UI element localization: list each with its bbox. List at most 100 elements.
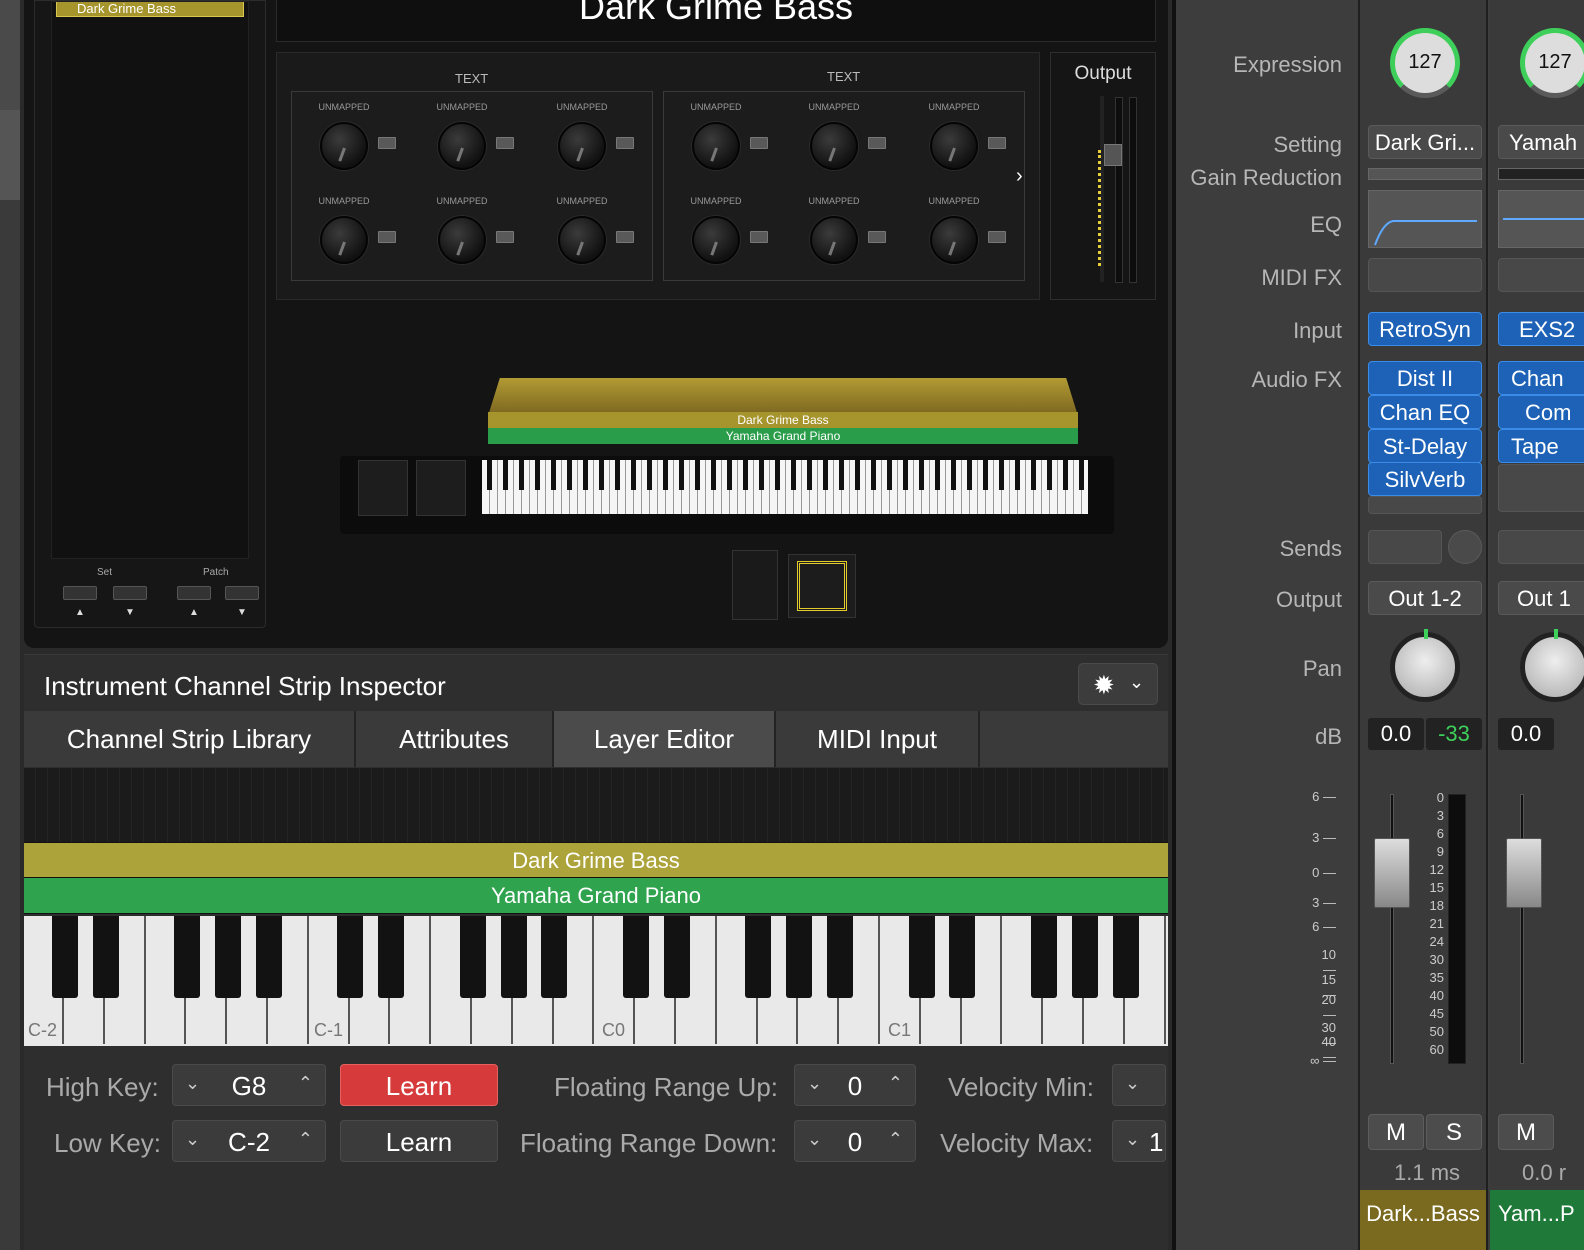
unmapped-control[interactable]: UNMAPPED: [410, 186, 530, 278]
unmapped-control[interactable]: UNMAPPED: [782, 92, 902, 184]
mod-wheel[interactable]: [416, 460, 466, 516]
input-plugin-button[interactable]: RetroSyn: [1368, 312, 1482, 346]
midi-fx-slot[interactable]: [1498, 258, 1584, 292]
unmapped-control[interactable]: UNMAPPED: [410, 92, 530, 184]
set-next-button[interactable]: [113, 586, 147, 600]
peak-readout[interactable]: -33: [1426, 718, 1482, 750]
black-key[interactable]: [215, 916, 241, 998]
audio-fx-slot-3[interactable]: Tape: [1498, 429, 1584, 463]
velocity-max-stepper[interactable]: ⌄ 1: [1112, 1120, 1166, 1162]
floating-range-down-stepper[interactable]: ⌄ 0 ⌃: [794, 1120, 916, 1162]
knob[interactable]: [930, 216, 978, 264]
track-name[interactable]: Dark...Bass: [1360, 1190, 1486, 1250]
selected-patch[interactable]: Dark Grime Bass: [56, 2, 244, 17]
tab-channel-strip-library[interactable]: Channel Strip Library: [24, 711, 356, 767]
floating-range-up-stepper[interactable]: ⌄ 0 ⌃: [794, 1064, 916, 1106]
chevron-down-icon[interactable]: ⌄: [1125, 1129, 1140, 1150]
toggle-button[interactable]: [750, 137, 768, 149]
black-key[interactable]: [92, 916, 119, 998]
black-key[interactable]: [500, 916, 527, 998]
input-plugin-button[interactable]: EXS2: [1498, 312, 1584, 346]
mute-button[interactable]: M: [1498, 1114, 1554, 1150]
chevron-up-icon[interactable]: ⌃: [298, 1129, 313, 1150]
fader-track[interactable]: [1520, 794, 1524, 1064]
solo-button[interactable]: S: [1426, 1114, 1482, 1150]
audio-fx-slot-2[interactable]: Com: [1498, 395, 1584, 429]
low-key-learn-button[interactable]: Learn: [340, 1120, 498, 1162]
unmapped-control[interactable]: UNMAPPED: [292, 92, 412, 184]
audio-fx-slot-1[interactable]: Dist II: [1368, 361, 1482, 395]
fader-track[interactable]: [1390, 794, 1394, 1064]
knob[interactable]: [320, 122, 368, 170]
tab-midi-input[interactable]: MIDI Input: [776, 711, 980, 767]
high-key-learn-button[interactable]: Learn: [340, 1064, 498, 1106]
toggle-button[interactable]: [616, 137, 634, 149]
toggle-button[interactable]: [988, 137, 1006, 149]
black-key[interactable]: [1112, 916, 1139, 998]
audio-fx-slot-4[interactable]: SilvVerb: [1368, 462, 1482, 496]
patch-prev-button[interactable]: [177, 586, 211, 600]
volume-readout[interactable]: 0.0: [1498, 718, 1554, 750]
layer-dark-grime-bass[interactable]: Dark Grime Bass: [488, 412, 1078, 428]
unmapped-control[interactable]: UNMAPPED: [530, 92, 650, 184]
black-key[interactable]: [1031, 916, 1057, 998]
unmapped-control[interactable]: UNMAPPED: [664, 92, 784, 184]
knob[interactable]: [558, 216, 606, 264]
knob[interactable]: [320, 216, 368, 264]
volume-fader[interactable]: [1374, 838, 1410, 908]
knob[interactable]: [438, 216, 486, 264]
chevron-up-icon[interactable]: ⌃: [888, 1129, 903, 1150]
track-name[interactable]: Yam...P: [1490, 1190, 1584, 1250]
chevron-right-icon[interactable]: ›: [1016, 166, 1034, 190]
unmapped-control[interactable]: UNMAPPED: [292, 186, 412, 278]
setting-button[interactable]: Dark Gri...: [1368, 125, 1482, 159]
eq-thumbnail[interactable]: [1368, 190, 1482, 248]
layer-bar-dark-grime-bass[interactable]: Dark Grime Bass: [24, 842, 1168, 878]
audio-fx-slot-1[interactable]: Chan: [1498, 361, 1584, 395]
unmapped-control[interactable]: UNMAPPED: [902, 186, 1022, 278]
black-key[interactable]: [51, 916, 78, 998]
audio-fx-empty-slot[interactable]: [1498, 464, 1584, 512]
send-slot[interactable]: [1368, 530, 1442, 564]
high-key-stepper[interactable]: ⌄ G8 ⌃: [172, 1064, 326, 1106]
knob[interactable]: [810, 122, 858, 170]
audio-fx-slot-2[interactable]: Chan EQ: [1368, 395, 1482, 429]
black-key[interactable]: [949, 916, 976, 998]
knob[interactable]: [692, 122, 740, 170]
black-key[interactable]: [663, 916, 690, 998]
expression-knob[interactable]: 127: [1390, 28, 1460, 98]
pan-knob[interactable]: [1520, 629, 1584, 702]
black-key[interactable]: [459, 916, 486, 998]
layer-editor-keyboard[interactable]: C-2 C-1 C0 C1: [24, 916, 1168, 1046]
black-key[interactable]: [255, 916, 282, 998]
low-key-stepper[interactable]: ⌄ C-2 ⌃: [172, 1120, 326, 1162]
setting-button[interactable]: Yamah: [1498, 125, 1584, 159]
toggle-button[interactable]: [378, 231, 396, 243]
black-key[interactable]: [541, 916, 568, 998]
knob[interactable]: [930, 122, 978, 170]
mute-button[interactable]: M: [1368, 1114, 1424, 1150]
tab-attributes[interactable]: Attributes: [356, 711, 554, 767]
black-key[interactable]: [337, 916, 364, 998]
chevron-up-icon[interactable]: ⌃: [888, 1073, 903, 1094]
toggle-button[interactable]: [750, 231, 768, 243]
volume-fader[interactable]: [1506, 838, 1542, 908]
black-key[interactable]: [623, 916, 649, 998]
toggle-button[interactable]: [868, 231, 886, 243]
black-key[interactable]: [378, 916, 405, 998]
pan-knob[interactable]: [1390, 629, 1460, 702]
output-button[interactable]: Out 1-2: [1368, 581, 1482, 615]
eq-thumbnail[interactable]: [1498, 190, 1584, 248]
tab-layer-editor[interactable]: Layer Editor: [554, 711, 776, 767]
send-slot[interactable]: [1498, 530, 1584, 564]
toggle-button[interactable]: [378, 137, 396, 149]
audio-fx-empty-slot[interactable]: [1368, 496, 1482, 514]
knob[interactable]: [438, 122, 486, 170]
toggle-button[interactable]: [496, 231, 514, 243]
unmapped-control[interactable]: UNMAPPED: [782, 186, 902, 278]
black-key[interactable]: [786, 916, 813, 998]
pitch-wheel[interactable]: [358, 460, 408, 516]
black-key[interactable]: [827, 916, 853, 998]
unmapped-control[interactable]: UNMAPPED: [664, 186, 784, 278]
sustain-pedal[interactable]: [732, 550, 778, 620]
